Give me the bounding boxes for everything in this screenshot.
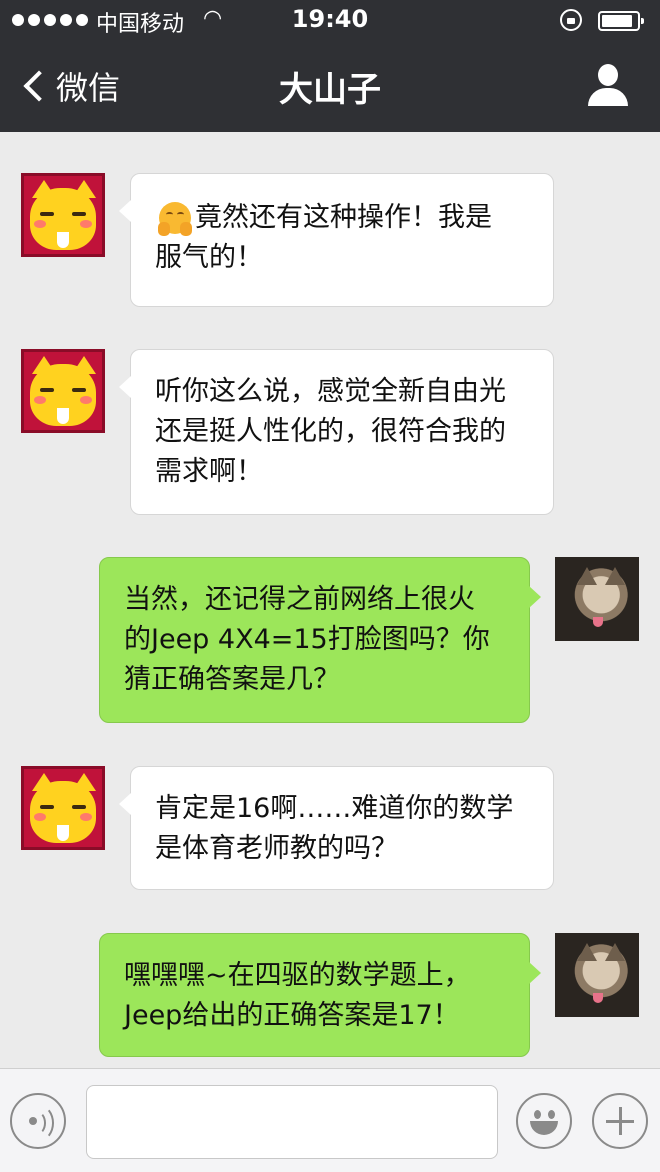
message-line: 还是挺人性化的，很符合我的 [155, 416, 506, 447]
plus-icon[interactable] [592, 1093, 648, 1149]
voice-icon[interactable] [10, 1093, 66, 1149]
message-bubble-received[interactable]: 竟然还有这种操作！我是 服气的！ [119, 173, 554, 307]
message-line: 嘿嘿嘿~在四驱的数学题上， [124, 960, 471, 991]
top-bar: 中国移动 ◠ 19:40 微信 大山子 [0, 0, 660, 132]
hugging-face-emoji [155, 198, 195, 238]
status-bar: 中国移动 ◠ 19:40 [0, 0, 660, 42]
message-line: 听你这么说，感觉全新自由光 [155, 376, 506, 407]
message-line: 的Jeep 4X4=15打脸图吗？你 [124, 624, 490, 655]
message-bubble-received[interactable]: 肯定是16啊……难道你的数学 是体育老师教的吗？ [119, 766, 554, 890]
cartoon-cat-avatar[interactable] [21, 349, 105, 433]
contact-profile-icon[interactable] [588, 64, 628, 108]
input-bar [0, 1068, 660, 1172]
cartoon-cat-avatar[interactable] [21, 173, 105, 257]
message-line: 猜正确答案是几？ [124, 664, 340, 695]
emoji-icon[interactable] [516, 1093, 572, 1149]
message-line: 需求啊！ [155, 456, 263, 487]
nav-bar: 微信 大山子 [0, 42, 660, 132]
battery-icon [598, 11, 644, 31]
rotation-lock-icon [560, 9, 582, 31]
cat-photo-avatar[interactable] [555, 933, 639, 1017]
message-line: 是体育老师教的吗？ [155, 833, 398, 864]
message-line: 服气的！ [155, 242, 263, 273]
message-line: Jeep给出的正确答案是17！ [124, 1000, 460, 1031]
message-input[interactable] [86, 1085, 498, 1159]
message-bubble-sent[interactable]: 嘿嘿嘿~在四驱的数学题上， Jeep给出的正确答案是17！ [99, 933, 541, 1057]
message-line: 当然，还记得之前网络上很火 [124, 584, 475, 615]
message-bubble-received[interactable]: 听你这么说，感觉全新自由光 还是挺人性化的，很符合我的 需求啊！ [119, 349, 554, 515]
message-line: 竟然还有这种操作！我是 [195, 202, 492, 233]
chat-title: 大山子 [279, 70, 381, 110]
message-line: 肯定是16啊……难道你的数学 [155, 793, 514, 824]
message-bubble-sent[interactable]: 当然，还记得之前网络上很火 的Jeep 4X4=15打脸图吗？你 猜正确答案是几… [99, 557, 541, 723]
cat-photo-avatar[interactable] [555, 557, 639, 641]
cartoon-cat-avatar[interactable] [21, 766, 105, 850]
